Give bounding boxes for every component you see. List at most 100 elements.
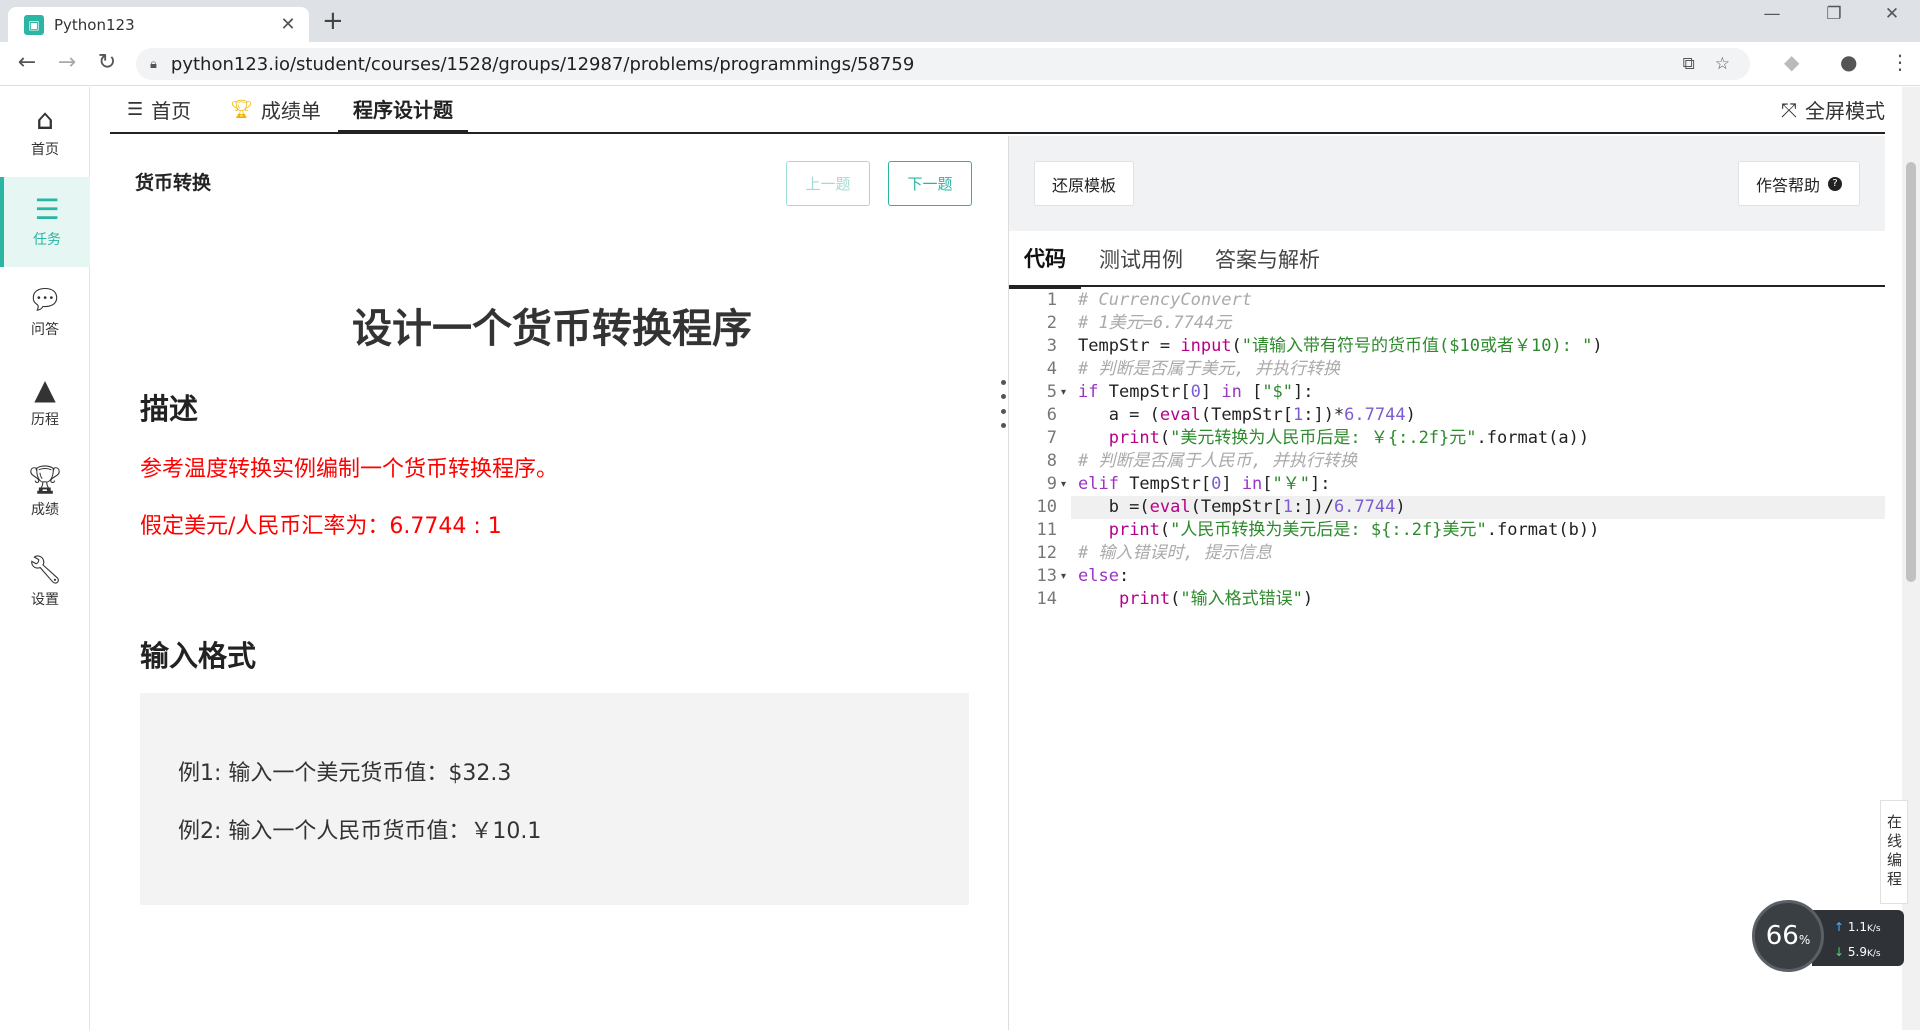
line-number: 7 [1046,428,1057,448]
code-line: else: [1078,566,1130,586]
chat-icon: 💬︎ [27,283,63,316]
top-nav-tabs: ☰ 首页 🏆︎ 成绩单 程序设计题 ⤧ 全屏模式 [110,87,1885,134]
sidebar-item-tasks[interactable]: ☰ 任务 [0,177,90,267]
line-number: 6 [1046,405,1057,425]
browser-menu-icon[interactable]: ⋮ [1890,50,1910,74]
fullscreen-label: 全屏模式 [1805,99,1885,123]
left-sidebar: ⌂ 首页 ☰ 任务 💬︎ 问答 ▲ 历程 🏆︎ 成绩 🔧︎ 设置 [0,87,90,1030]
input-example-1: 例1: 输入一个美元货币值：$32.3 [178,761,512,786]
code-line: # 判断是否属于人民币, 并执行转换 [1078,451,1357,471]
sidebar-item-qa[interactable]: 💬︎ 问答 [0,267,90,357]
code-line: b =(eval(TempStr[1:])/6.7744) [1078,497,1406,517]
input-format-box: 例1: 输入一个美元货币值：$32.3 例2: 输入一个人民币货币值：￥10.1 [140,693,969,905]
python123-favicon-icon: ▣ [24,14,44,35]
sidebar-item-settings[interactable]: 🔧︎ 设置 [0,537,90,627]
line-number: 1 [1046,290,1057,310]
download-speed-unit: K/s [1866,949,1881,959]
tab-test-cases[interactable]: 测试用例 [1099,231,1183,287]
editor-pane: 还原模板 作答帮助 ? 代码 测试用例 答案与解析 1 2 3 4 5 ▾ 6 7 8 9 ▾ 10 1… [1008,136,1885,1030]
network-speed-widget[interactable]: ↑ 1.1K/s ↓ 5.9K/s 66% [1752,900,1908,972]
restore-window-icon[interactable]: ❐ [1814,4,1854,24]
home-icon: ⌂ [36,103,54,136]
trophy-icon: 🏆︎ [230,99,253,120]
problem-pane: 货币转换 上一题 下一题 设计一个货币转换程序 描述 参考温度转换实例编制一个货… [110,136,1008,1030]
forward-arrow-icon[interactable]: → [52,50,82,75]
problem-title: 货币转换 [135,172,212,194]
url-field[interactable]: 🔒︎ python123.io/student/courses/1528/gro… [136,48,1750,80]
sidebar-item-label: 设置 [31,592,59,608]
code-line: # 判断是否属于美元, 并执行转换 [1078,359,1340,379]
scrollbar-thumb[interactable] [1906,162,1916,582]
code-line: a = (eval(TempStr[1:])*6.7744) [1078,405,1416,425]
next-problem-button[interactable]: 下一题 [888,161,972,206]
line-number: 2 [1046,313,1057,333]
close-tab-icon[interactable]: ✕ [277,14,299,35]
description-heading: 描述 [140,392,199,426]
fold-arrow-icon[interactable]: ▾ [1061,381,1066,404]
line-number: 4 [1046,359,1057,379]
online-programming-label: 在线编程 [1885,814,1903,890]
line-number: 11 [1036,520,1057,540]
extension-icon[interactable]: ◆ [1784,50,1799,74]
online-programming-tab[interactable]: 在线编程 [1880,800,1908,904]
tab-home[interactable]: ☰ 首页 [127,87,191,132]
url-text: python123.io/student/courses/1528/groups… [170,53,915,75]
sidebar-item-label: 成绩 [31,502,59,518]
reload-icon[interactable]: ↻ [92,50,122,75]
tab-grades[interactable]: 🏆︎ 成绩单 [230,87,321,132]
answer-help-button[interactable]: 作答帮助 ? [1737,161,1860,206]
fold-arrow-icon[interactable]: ▾ [1061,565,1066,588]
sidebar-item-label: 首页 [31,142,59,158]
sidebar-item-grades[interactable]: 🏆︎ 成绩 [0,447,90,537]
code-line: print("人民币转换为美元后是: ${:.2f}美元".format(b)) [1108,520,1600,540]
tasks-icon: ☰ [34,193,60,226]
sidebar-item-label: 任务 [33,232,61,248]
trophy-icon: 🏆︎ [27,463,63,496]
tab-code[interactable]: 代码 [1009,231,1081,289]
bookmark-star-icon[interactable]: ☆ [1715,54,1730,74]
code-line: TempStr = input("请输入带有符号的货币值($10或者￥10): … [1078,336,1603,356]
line-number: 13 [1036,566,1057,586]
line-number: 8 [1046,451,1057,471]
upload-speed-unit: K/s [1866,924,1881,934]
gauge-unit: % [1798,933,1811,947]
tab-programming-label: 程序设计题 [353,98,453,122]
line-number: 12 [1036,543,1057,563]
tab-grades-label: 成绩单 [260,99,321,123]
sidebar-item-home[interactable]: ⌂ 首页 [0,87,90,177]
editor-tabs: 代码 测试用例 答案与解析 [1009,231,1885,289]
browser-tab-title: Python123 [54,15,135,34]
description-line-2: 假定美元/人民币汇率为：6.7744 : 1 [140,514,502,539]
download-speed: 5.9 [1847,945,1867,959]
account-avatar-icon[interactable]: ● [1840,50,1857,74]
question-circle-icon: ? [1828,176,1842,191]
close-window-icon[interactable]: ✕ [1872,4,1912,24]
sidebar-item-history[interactable]: ▲ 历程 [0,357,90,447]
minimize-window-icon[interactable]: — [1752,4,1792,24]
list-icon: ☰ [127,99,144,120]
gauge-value: 66 [1765,921,1799,951]
tab-programming[interactable]: 程序设计题 [338,87,468,134]
new-tab-button[interactable]: + [322,6,344,36]
expand-icon: ⤧ [1781,97,1797,122]
back-arrow-icon[interactable]: ← [12,50,42,75]
code-line: # 1美元=6.7744元 [1078,313,1232,333]
prev-problem-button[interactable]: 上一题 [786,161,870,206]
pane-resize-handle[interactable] [1000,380,1006,428]
tab-answer-analysis[interactable]: 答案与解析 [1215,231,1320,287]
translate-icon[interactable]: ⧉ [1683,54,1695,74]
line-number-gutter: 1 2 3 4 5 ▾ 6 7 8 9 ▾ 10 11 12 13 ▾ 14 [1009,289,1071,1030]
answer-help-label: 作答帮助 [1755,175,1820,195]
lock-icon[interactable]: 🔒︎ [150,57,157,72]
download-arrow-icon: ↓ [1834,945,1845,959]
upload-speed: 1.1 [1847,920,1867,934]
line-number: 3 [1046,336,1057,356]
fullscreen-button[interactable]: ⤧ 全屏模式 [1781,87,1885,132]
line-number: 9 [1046,474,1057,494]
line-number: 5 [1046,382,1057,402]
restore-template-button[interactable]: 还原模板 [1034,161,1135,206]
browser-tab[interactable]: ▣ Python123 ✕ [8,7,309,42]
fold-arrow-icon[interactable]: ▾ [1061,473,1066,496]
input-example-2: 例2: 输入一个人民币货币值：￥10.1 [178,819,542,844]
tree-icon: ▲ [34,373,56,406]
